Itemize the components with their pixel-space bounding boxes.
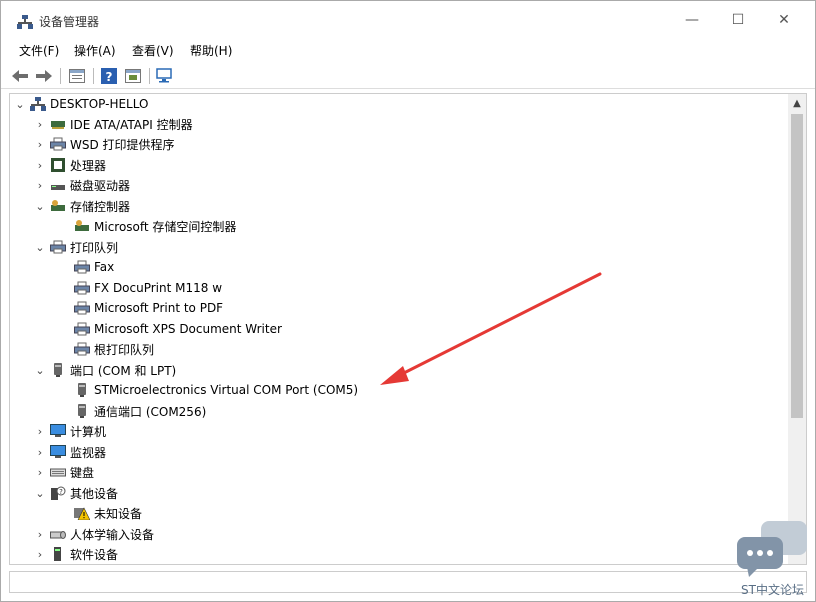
toolbar-separator [60, 68, 61, 84]
window-title: 设备管理器 [39, 15, 100, 29]
toolbar-separator [93, 68, 94, 84]
back-icon[interactable] [11, 67, 29, 85]
close-button[interactable]: ✕ [761, 1, 807, 39]
toolbar: ? [1, 63, 815, 89]
menu-view[interactable]: 查看(V) [132, 42, 174, 59]
menu-bar: 文件(F) 操作(A) 查看(V) 帮助(H) [1, 39, 815, 61]
title-bar[interactable]: 设备管理器 — ☐ ✕ [1, 1, 815, 39]
device-tree-panel[interactable]: ⌄ DESKTOP-HELLO › IDE ATA/ATAPI 控制器 › WS… [9, 93, 807, 565]
help-icon[interactable]: ? [99, 67, 119, 85]
device-manager-app-icon [17, 15, 33, 29]
chat-bubble-icon [737, 521, 807, 577]
scroll-up-arrow-icon[interactable]: ▲ [788, 94, 806, 112]
status-bar [9, 571, 807, 593]
properties-icon[interactable] [67, 67, 87, 85]
annotation-arrow [380, 272, 602, 385]
toolbar-separator [149, 68, 150, 84]
maximize-icon: ☐ [731, 12, 745, 28]
minimize-icon: — [685, 12, 699, 28]
menu-file[interactable]: 文件(F) [19, 42, 59, 59]
device-manager-window: 设备管理器 — ☐ ✕ 文件(F) 操作(A) 查看(V) 帮助(H) ? ⌄ … [0, 0, 816, 602]
forward-icon[interactable] [35, 67, 53, 85]
minimize-button[interactable]: — [669, 1, 715, 39]
update-driver-icon[interactable] [123, 67, 143, 85]
scroll-thumb[interactable] [791, 114, 803, 418]
close-icon: ✕ [778, 12, 790, 28]
watermark-logo: ST中文论坛 [733, 519, 816, 602]
svg-text:?: ? [106, 70, 113, 84]
menu-help[interactable]: 帮助(H) [190, 42, 232, 59]
vertical-scrollbar[interactable]: ▲ [788, 94, 806, 564]
maximize-button[interactable]: ☐ [715, 1, 761, 39]
watermark-text: ST中文论坛 [741, 583, 804, 597]
scan-hardware-icon[interactable] [155, 67, 175, 85]
menu-action[interactable]: 操作(A) [74, 42, 116, 59]
